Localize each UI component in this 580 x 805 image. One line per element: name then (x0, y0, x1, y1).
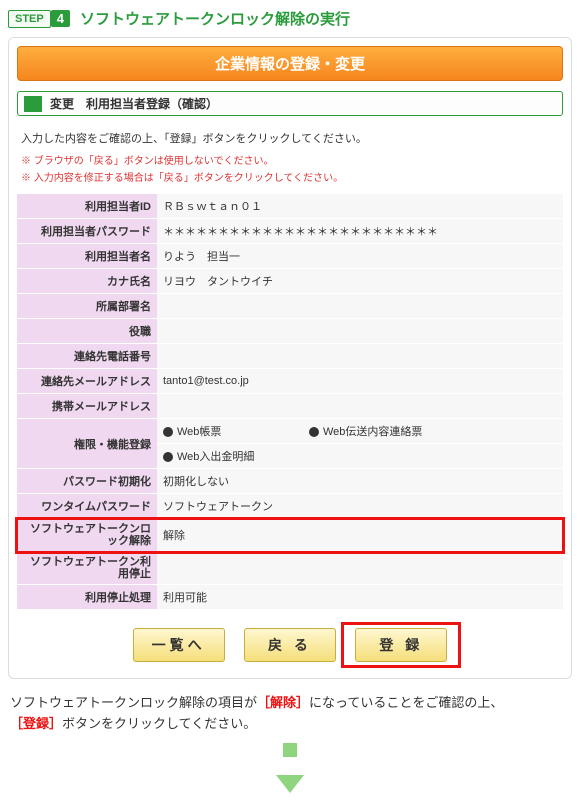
table-row: 役職 (17, 319, 563, 344)
bullet-icon (309, 427, 319, 437)
perm-item: Web帳票 (177, 426, 221, 438)
list-button[interactable]: 一覧へ (133, 628, 225, 662)
section-title: 変更 利用担当者登録（確認） (50, 95, 218, 112)
footnote-text: になっていることをご確認の上、 (309, 695, 503, 710)
field-label: カナ氏名 (17, 269, 157, 294)
field-value (157, 552, 563, 585)
table-row: 携帯メールアドレス (17, 394, 563, 419)
step-label-badge: STEP (8, 10, 51, 28)
bullet-icon (163, 427, 173, 437)
perm-item: Web伝送内容連絡票 (323, 426, 422, 438)
bullet-icon (163, 452, 173, 462)
field-label: 利用担当者ID (17, 194, 157, 219)
perm-item: Web入出金明細 (177, 451, 254, 463)
field-label: ソフトウェアトークン利用停止 (17, 552, 157, 585)
field-value (157, 394, 563, 419)
back-button[interactable]: 戻 る (244, 628, 336, 662)
footnote-keyword: ［解除］ (257, 695, 309, 710)
panel-header: 企業情報の登録・変更 (17, 46, 563, 81)
table-row: ソフトウェアトークン利用停止 (17, 552, 563, 585)
field-label: 携帯メールアドレス (17, 394, 157, 419)
field-label-token-unlock: ソフトウェアトークンロック解除 (17, 519, 157, 552)
footnote-text: ソフトウェアトークンロック解除の項目が (10, 695, 257, 710)
main-panel: 企業情報の登録・変更 変更 利用担当者登録（確認） 入力した内容をご確認の上、「… (8, 37, 572, 679)
info-table: 利用担当者IDＲＢｓｗｔａｎ０１ 利用担当者パスワード＊＊＊＊＊＊＊＊＊＊＊＊＊… (17, 194, 563, 610)
button-row: 一覧へ 戻 る 登 録 (17, 628, 563, 662)
table-row: カナ氏名リヨウ タントウイチ (17, 269, 563, 294)
warning-line-2: ※ 入力内容を修正する場合は「戻る」ボタンをクリックしてください。 (21, 169, 559, 184)
down-arrow-icon (8, 743, 572, 793)
field-value: 利用可能 (157, 585, 563, 610)
field-label: 所属部署名 (17, 294, 157, 319)
step-number-badge: 4 (51, 10, 70, 27)
footnote-keyword: ［登録］ (10, 716, 62, 731)
section-bar: 変更 利用担当者登録（確認） (17, 91, 563, 116)
step-title: ソフトウェアトークンロック解除の実行 (80, 8, 350, 29)
field-label: ワンタイムパスワード (17, 494, 157, 519)
field-label: 利用担当者名 (17, 244, 157, 269)
field-label: 利用停止処理 (17, 585, 157, 610)
table-row: パスワード初期化初期化しない (17, 469, 563, 494)
register-button[interactable]: 登 録 (355, 628, 447, 662)
field-label: 権限・機能登録 (17, 419, 157, 469)
field-label: 連絡先メールアドレス (17, 369, 157, 394)
table-row: 利用停止処理利用可能 (17, 585, 563, 610)
section-square-icon (24, 96, 42, 112)
table-row: 連絡先メールアドレスtanto1@test.co.jp (17, 369, 563, 394)
table-row: ワンタイムパスワードソフトウェアトークン (17, 494, 563, 519)
field-value (157, 294, 563, 319)
field-value-token-unlock: 解除 (157, 519, 563, 552)
field-value (157, 344, 563, 369)
field-value: Web入出金明細 (157, 444, 563, 469)
field-label: 連絡先電話番号 (17, 344, 157, 369)
table-row: 権限・機能登録 Web帳票 Web伝送内容連絡票 (17, 419, 563, 444)
field-value: リヨウ タントウイチ (157, 269, 563, 294)
field-label: 役職 (17, 319, 157, 344)
field-value: ＊＊＊＊＊＊＊＊＊＊＊＊＊＊＊＊＊＊＊＊＊＊＊＊＊ (157, 219, 563, 244)
field-value: tanto1@test.co.jp (157, 369, 563, 394)
field-label: 利用担当者パスワード (17, 219, 157, 244)
table-row: ソフトウェアトークンロック解除解除 (17, 519, 563, 552)
warning-line-1: ※ ブラウザの「戻る」ボタンは使用しないでください。 (21, 152, 559, 167)
table-row: 利用担当者IDＲＢｓｗｔａｎ０１ (17, 194, 563, 219)
register-button-highlight: 登 録 (347, 628, 455, 662)
field-value: Web帳票 (157, 419, 303, 444)
step-header: STEP4 ソフトウェアトークンロック解除の実行 (8, 8, 572, 29)
field-label: パスワード初期化 (17, 469, 157, 494)
field-value: りよう 担当一 (157, 244, 563, 269)
table-row: 所属部署名 (17, 294, 563, 319)
field-value: ソフトウェアトークン (157, 494, 563, 519)
field-value: ＲＢｓｗｔａｎ０１ (157, 194, 563, 219)
footnote: ソフトウェアトークンロック解除の項目が［解除］になっていることをご確認の上、 ［… (10, 693, 570, 735)
field-value: Web伝送内容連絡票 (303, 419, 563, 444)
instruction-text: 入力した内容をご確認の上、「登録」ボタンをクリックしてください。 (21, 130, 559, 146)
table-row: 連絡先電話番号 (17, 344, 563, 369)
table-row: 利用担当者名りよう 担当一 (17, 244, 563, 269)
field-value: 初期化しない (157, 469, 563, 494)
footnote-text: ボタンをクリックしてください。 (62, 716, 256, 731)
field-value (157, 319, 563, 344)
table-row: 利用担当者パスワード＊＊＊＊＊＊＊＊＊＊＊＊＊＊＊＊＊＊＊＊＊＊＊＊＊ (17, 219, 563, 244)
